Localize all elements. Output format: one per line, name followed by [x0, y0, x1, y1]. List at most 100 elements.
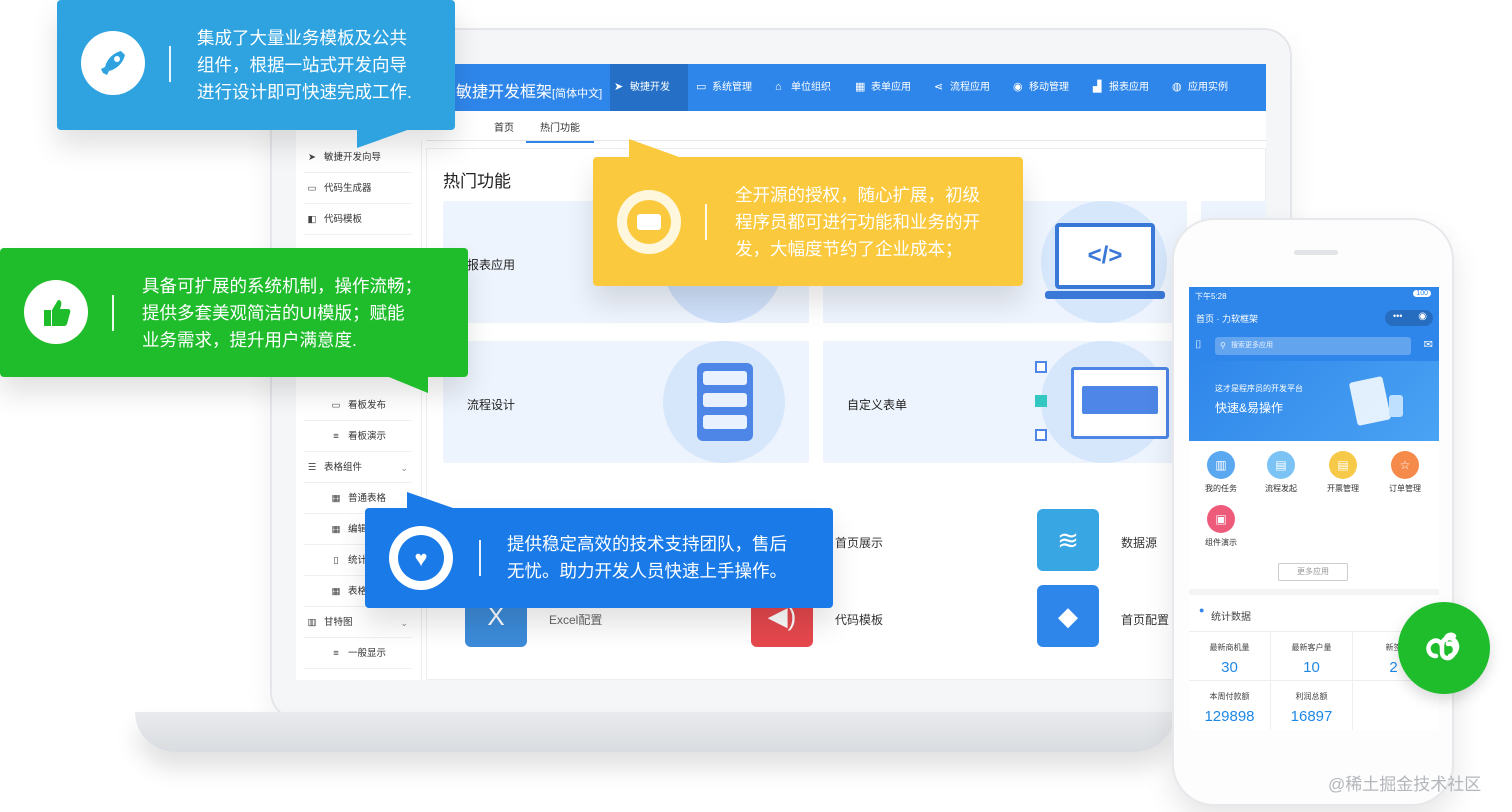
- phone-app-my-tasks[interactable]: ▥ 我的任务: [1193, 451, 1249, 494]
- banner-illustration: [1339, 373, 1409, 429]
- divider: [1189, 589, 1439, 595]
- share-icon: ⋖: [934, 81, 944, 93]
- phone-app-invoice-mgmt[interactable]: ▤ 开票管理: [1315, 451, 1371, 494]
- code-laptop-illustration: </>: [1041, 201, 1167, 323]
- nav-report-app[interactable]: ▟ 报表应用: [1089, 64, 1167, 111]
- app-home-config[interactable]: 首页配置: [1121, 611, 1169, 628]
- callout-open-source: 全开源的授权，随心扩展，初级 程序员都可进行功能和业务的开 发，大幅度节约了企业…: [593, 139, 1023, 286]
- org-icon: ⌂: [775, 81, 782, 93]
- bar-chart-icon: ▥: [307, 617, 317, 628]
- file-icon: ▯: [333, 555, 339, 566]
- callout-line: 组件，根据一站式开发向导: [197, 55, 407, 75]
- thumbs-up-icon: [24, 280, 88, 344]
- nav-agile-dev[interactable]: ➤ 敏捷开发: [610, 64, 688, 111]
- card-label: 流程设计: [467, 398, 516, 412]
- laptop-base: [135, 712, 1175, 752]
- more-icon[interactable]: •••: [1393, 311, 1402, 321]
- rocket-icon: [81, 31, 145, 95]
- status-time: 下午5:28: [1195, 292, 1227, 301]
- node-icon: [1035, 395, 1047, 407]
- sidebar-item-general-display[interactable]: ≡ 一般显示: [304, 639, 412, 669]
- sidebar-item-table-components[interactable]: ☰ 表格组件 ⌄: [304, 453, 412, 483]
- sidebar-item-code-generator[interactable]: ▭ 代码生成器: [304, 174, 412, 204]
- phone-app-component-demo[interactable]: ▣ 组件演示: [1193, 505, 1249, 548]
- laptop-base-shape: [1045, 291, 1165, 299]
- mail-icon[interactable]: ✉: [1424, 338, 1433, 351]
- callout-line: 业务需求，提升用户满意度.: [142, 330, 357, 350]
- capsule-menu[interactable]: ••• ◉: [1385, 310, 1433, 326]
- nav-org[interactable]: ⌂ 单位组织: [771, 64, 849, 111]
- callout-tail: [357, 128, 413, 148]
- node-icon: [1035, 361, 1047, 373]
- mini-program-icon[interactable]: [1398, 602, 1490, 694]
- phone-search-input[interactable]: ⚲ 搜索更多应用: [1215, 337, 1411, 355]
- search-icon: ⚲: [1220, 341, 1226, 350]
- table-list-icon: ☰: [307, 462, 317, 473]
- callout-support: ♥ 提供稳定高效的技术支持团队，售后 无忧。助力开发人员快速上手操作。: [365, 492, 833, 608]
- monitor-icon: ▭: [307, 183, 317, 194]
- tab-home[interactable]: 首页: [494, 119, 514, 134]
- database-icon[interactable]: ≋: [1037, 509, 1099, 571]
- callout-line: 全开源的授权，随心扩展，初级: [735, 185, 980, 205]
- handshake-icon: ♥: [389, 526, 453, 590]
- form-window-icon: [1071, 367, 1169, 439]
- phone-banner: 这才是程序员的开发平台 快速&易操作: [1189, 361, 1439, 441]
- tab-bar: 首页 热门功能: [426, 111, 1266, 143]
- phone-app-order-mgmt[interactable]: ☆ 订单管理: [1377, 451, 1433, 494]
- card-label: 报表应用: [467, 258, 516, 272]
- scan-icon[interactable]: ⌷: [1195, 339, 1202, 352]
- callout-tail: [629, 139, 679, 157]
- sidebar-item-gantt[interactable]: ▥ 甘特图 ⌄: [304, 608, 412, 638]
- nav-form-app[interactable]: ▦ 表单应用: [851, 64, 929, 111]
- stat-total-profit: 利润总额 16897: [1271, 681, 1353, 730]
- nav-mobile-mgmt[interactable]: ◉ 移动管理: [1009, 64, 1087, 111]
- card-flow-design[interactable]: 流程设计: [443, 341, 809, 463]
- phone-header: 首页 · 力软框架 ••• ◉: [1189, 305, 1439, 331]
- phone-search-bar: ⌷ ⚲ 搜索更多应用 ✉: [1189, 331, 1439, 361]
- code-icon: </>: [1055, 223, 1155, 289]
- nav-flow-app[interactable]: ⋖ 流程应用: [930, 64, 1008, 111]
- component-icon: ▣: [1207, 505, 1235, 533]
- app-home-display[interactable]: 首页展示: [835, 534, 883, 551]
- banner-title: 快速&易操作: [1215, 401, 1284, 415]
- chevron-down-icon: ⌄: [400, 463, 408, 473]
- android-icon: ◉: [1013, 81, 1023, 93]
- bullet-icon: ●: [1199, 605, 1205, 615]
- close-circle-icon[interactable]: ◉: [1418, 311, 1427, 322]
- send-icon: ➤: [614, 81, 624, 93]
- callout-line: 程序员都可进行功能和业务的开: [735, 212, 980, 232]
- send-icon: ➤: [308, 152, 316, 163]
- sidebar-item-board-demo[interactable]: ≡ 看板演示: [304, 422, 412, 452]
- app-excel-config[interactable]: Excel配置: [549, 611, 602, 628]
- stats-title: 统计数据: [1211, 612, 1251, 623]
- phone-speaker: [1294, 250, 1338, 255]
- watermark-text: @稀土掘金技术社区: [1328, 775, 1482, 794]
- nav-system-mgmt[interactable]: ▭ 系统管理: [692, 64, 770, 111]
- grid-icon: ▦: [331, 586, 341, 597]
- server-illustration: [663, 341, 785, 463]
- sidebar-item-code-template[interactable]: ◧ 代码模板: [304, 205, 412, 235]
- card-custom-form[interactable]: 自定义表单: [823, 341, 1187, 463]
- app-data-source[interactable]: 数据源: [1121, 534, 1157, 551]
- invoice-icon: ▤: [1329, 451, 1357, 479]
- widgets-icon[interactable]: ◆: [1037, 585, 1099, 647]
- grid-icon: ▦: [331, 493, 341, 504]
- tab-hot-features[interactable]: 热门功能: [526, 119, 594, 143]
- app-code-template[interactable]: 代码模板: [835, 611, 883, 628]
- stat-new-customers: 最新客户量 10: [1271, 631, 1353, 681]
- page-title: 热门功能: [443, 172, 511, 191]
- sidebar-item-board-publish[interactable]: ▭ 看板发布: [304, 391, 412, 421]
- stat-new-opportunities: 最新商机量 30: [1189, 631, 1271, 681]
- language-tag[interactable]: [简体中文]: [552, 88, 602, 100]
- callout-line: 集成了大量业务模板及公共: [197, 28, 407, 48]
- callout-line: 无忧。助力开发人员快速上手操作。: [507, 561, 787, 581]
- callout-line: 进行设计即可快速完成工作.: [197, 82, 412, 102]
- list-icon: ≡: [333, 648, 339, 659]
- stat-weekly-payment: 本周付款额 129898: [1189, 681, 1271, 730]
- more-apps-button[interactable]: 更多应用: [1278, 563, 1348, 581]
- server-icon: [697, 363, 753, 441]
- phone-app-start-flow[interactable]: ▤ 流程发起: [1253, 451, 1309, 494]
- callout-line: 提供多套美观简洁的UI模版；赋能: [142, 303, 405, 323]
- nav-app-examples[interactable]: ◍ 应用实例: [1168, 64, 1258, 111]
- callout-line: 发，大幅度节约了企业成本；: [735, 239, 963, 259]
